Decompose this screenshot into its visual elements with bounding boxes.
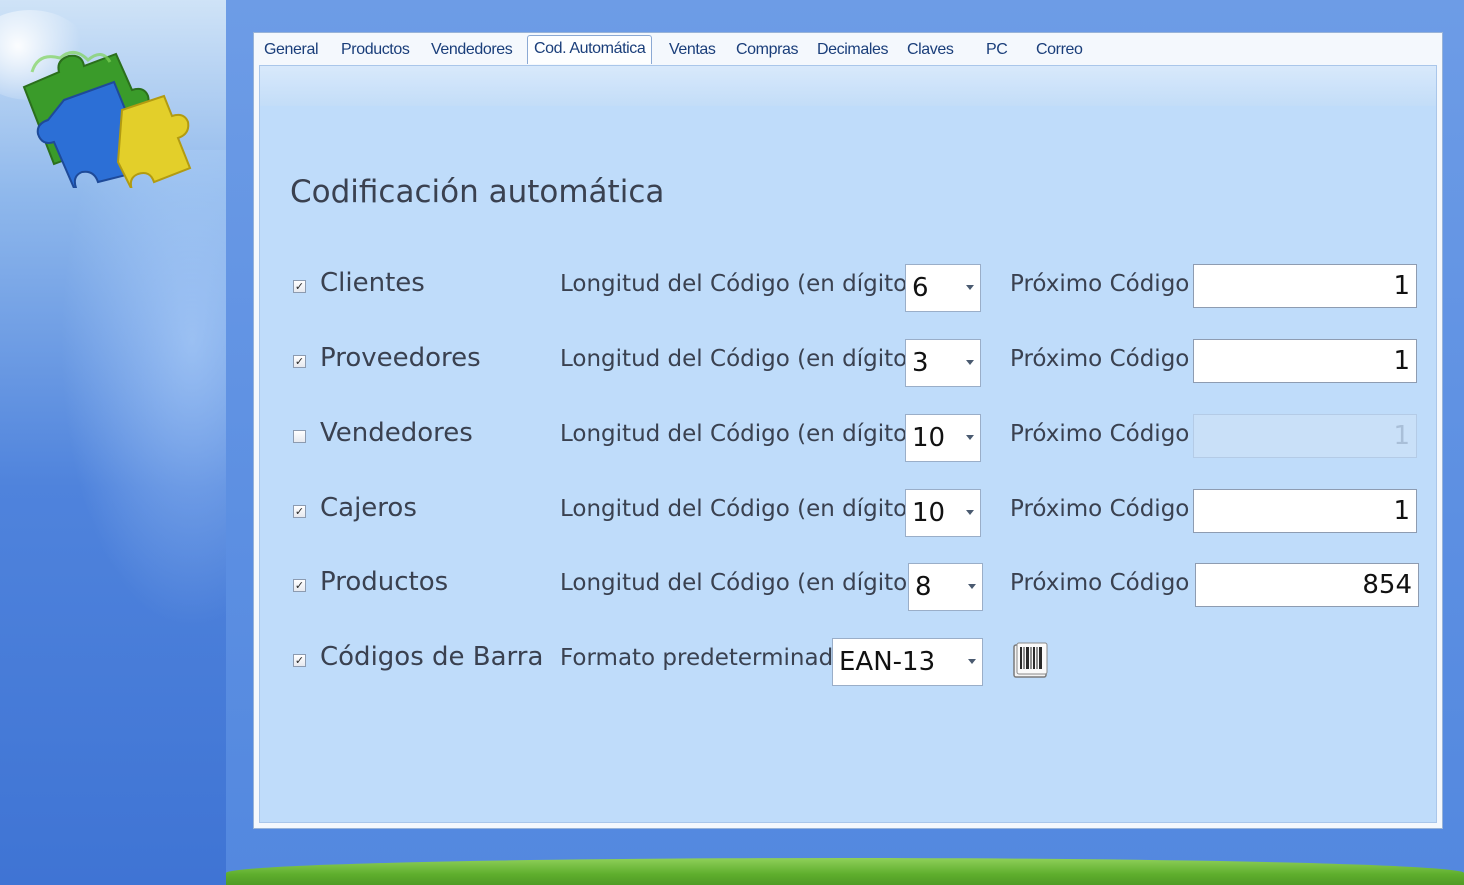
next-code-label: Próximo Código (1010, 421, 1190, 447)
tab-pc[interactable]: PC (986, 41, 1008, 59)
barcode-format-select[interactable]: EAN-13 (832, 638, 983, 686)
chevron-down-icon[interactable] (966, 510, 974, 515)
tab-compras[interactable]: Compras (736, 41, 799, 59)
label-proveedores: Proveedores (320, 343, 481, 373)
checkbox-codigos-de-barra[interactable]: ✓ (293, 654, 306, 667)
row-productos: ✓ Productos Longitud del Código (en dígi… (260, 563, 1438, 613)
check-mark: ✓ (294, 505, 305, 518)
tab-general[interactable]: General (264, 41, 319, 59)
chevron-down-icon[interactable] (966, 435, 974, 440)
next-code-input-clientes[interactable]: 1 (1193, 264, 1417, 308)
row-clientes: ✓ Clientes Longitud del Código (en dígit… (260, 264, 1438, 314)
puzzle-logo-icon (22, 51, 192, 188)
light-glow (60, 150, 226, 630)
tab-vendedores[interactable]: Vendedores (431, 41, 513, 59)
tab-cod-automatica[interactable]: Cod. Automática (527, 35, 653, 64)
length-value: 6 (912, 273, 929, 303)
label-codigos-de-barra: Códigos de Barra (320, 642, 544, 672)
chevron-down-icon[interactable] (968, 659, 976, 664)
length-value: 10 (912, 498, 946, 528)
label-productos: Productos (320, 567, 449, 597)
barcode-icon[interactable] (1012, 641, 1050, 681)
length-select-cajeros[interactable]: 10 (905, 489, 981, 537)
label-vendedores: Vendedores (320, 418, 473, 448)
checkbox-productos[interactable]: ✓ (293, 579, 306, 592)
checkbox-cajeros[interactable]: ✓ (293, 505, 306, 518)
length-select-proveedores[interactable]: 3 (905, 339, 981, 387)
chevron-down-icon[interactable] (968, 584, 976, 589)
next-code-label: Próximo Código (1010, 570, 1190, 596)
next-code-input-cajeros[interactable]: 1 (1193, 489, 1417, 533)
label-cajeros: Cajeros (320, 493, 417, 523)
check-mark: ✓ (294, 280, 305, 293)
format-label: Formato predeterminado (560, 645, 848, 671)
row-cajeros: ✓ Cajeros Longitud del Código (en dígito… (260, 489, 1438, 539)
length-value: 3 (912, 348, 929, 378)
tab-ventas[interactable]: Ventas (669, 41, 716, 59)
tab-page-cod-automatica: Codificación automática ✓ Clientes Longi… (259, 65, 1437, 823)
row-codigos-de-barra: ✓ Códigos de Barra Formato predeterminad… (260, 638, 1438, 688)
settings-tab-control: General Productos Vendedores Cod. Automá… (253, 32, 1443, 829)
tab-correo[interactable]: Correo (1036, 41, 1083, 59)
grass-decoration (226, 858, 1464, 885)
next-code-input-productos[interactable]: 854 (1195, 563, 1419, 607)
checkbox-vendedores[interactable] (293, 430, 306, 443)
next-code-label: Próximo Código (1010, 496, 1190, 522)
chevron-down-icon[interactable] (966, 285, 974, 290)
length-label: Longitud del Código (en dígitos) (560, 570, 929, 596)
tab-decimales[interactable]: Decimales (817, 41, 888, 59)
check-mark: ✓ (294, 654, 305, 667)
format-value: EAN-13 (839, 647, 936, 677)
next-code-label: Próximo Código (1010, 271, 1190, 297)
length-label: Longitud del Código (en dígitos) (560, 271, 929, 297)
length-select-vendedores[interactable]: 10 (905, 414, 981, 462)
checkbox-proveedores[interactable]: ✓ (293, 355, 306, 368)
tab-strip: General Productos Vendedores Cod. Automá… (254, 33, 1442, 65)
length-select-clientes[interactable]: 6 (905, 264, 981, 312)
length-value: 8 (915, 572, 932, 602)
length-select-productos[interactable]: 8 (908, 563, 983, 611)
sidebar-panel (0, 0, 226, 885)
tab-productos[interactable]: Productos (341, 41, 410, 59)
tab-claves[interactable]: Claves (907, 41, 954, 59)
next-code-label: Próximo Código (1010, 346, 1190, 372)
next-code-input-vendedores: 1 (1193, 414, 1417, 458)
check-mark: ✓ (294, 355, 305, 368)
length-label: Longitud del Código (en dígitos) (560, 346, 929, 372)
row-vendedores: Vendedores Longitud del Código (en dígit… (260, 414, 1438, 464)
header-band (260, 66, 1436, 106)
length-label: Longitud del Código (en dígitos) (560, 421, 929, 447)
chevron-down-icon[interactable] (966, 360, 974, 365)
row-proveedores: ✓ Proveedores Longitud del Código (en dí… (260, 339, 1438, 389)
length-label: Longitud del Código (en dígitos) (560, 496, 929, 522)
next-code-input-proveedores[interactable]: 1 (1193, 339, 1417, 383)
length-value: 10 (912, 423, 946, 453)
page-title: Codificación automática (290, 174, 665, 210)
check-mark: ✓ (294, 579, 305, 592)
checkbox-clientes[interactable]: ✓ (293, 280, 306, 293)
label-clientes: Clientes (320, 268, 425, 298)
